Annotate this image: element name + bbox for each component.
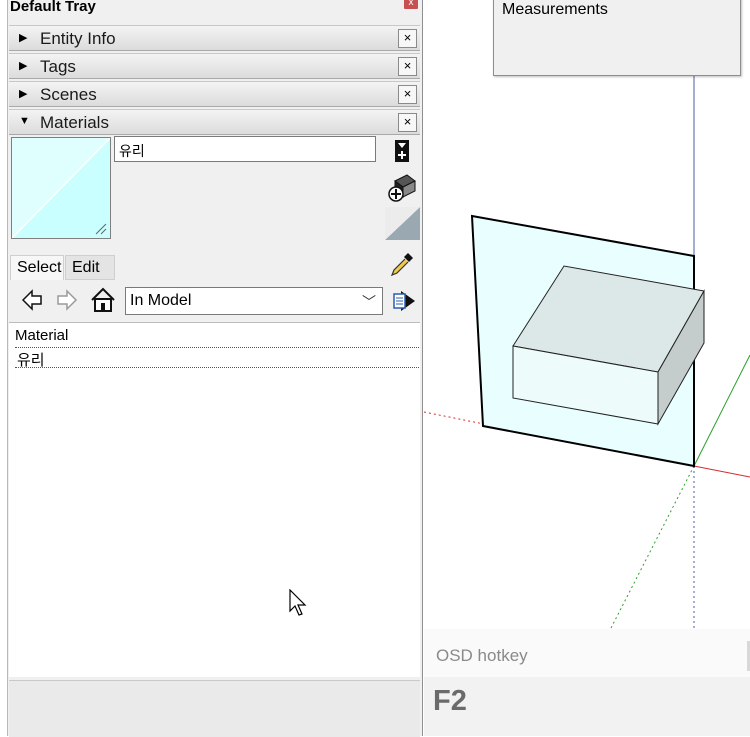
tab-select[interactable]: Select: [10, 255, 64, 280]
swatch-diagonal-icon: [12, 138, 110, 238]
create-material-icon: [388, 174, 416, 202]
forward-arrow-icon: [57, 289, 78, 311]
collapsed-arrow-icon: ▶: [19, 32, 28, 44]
materials-tabs: Select Edit: [9, 255, 420, 281]
red-axis: [693, 465, 750, 478]
collection-dropdown[interactable]: In Model ﹀: [125, 287, 383, 315]
osd-key: F2: [433, 685, 467, 717]
panel-scenes-close-icon[interactable]: ×: [398, 85, 417, 104]
panel-materials-label: Materials: [40, 113, 109, 132]
panel-entity-info[interactable]: ▶ Entity Info ×: [9, 25, 420, 51]
material-swatch[interactable]: [11, 137, 111, 239]
sample-paint-button[interactable]: [388, 250, 416, 283]
create-material-button[interactable]: [387, 173, 417, 208]
osd-hotkey-overlay: OSD hotkey F2: [424, 629, 750, 736]
osd-title: OSD hotkey: [436, 646, 528, 665]
panel-entity-info-close-icon[interactable]: ×: [398, 29, 417, 48]
back-button[interactable]: [21, 289, 43, 316]
tab-edit[interactable]: Edit: [65, 255, 115, 280]
materials-list: Material 유리: [9, 322, 420, 677]
details-arrow-icon: [393, 291, 415, 311]
default-material-icon: [385, 207, 420, 240]
panel-tags-close-icon[interactable]: ×: [398, 57, 417, 76]
back-arrow-icon: [21, 289, 42, 311]
default-tray: Default Tray x ▶ Entity Info × ▶ Tags × …: [7, 0, 423, 737]
panel-tags[interactable]: ▶ Tags ×: [9, 53, 420, 79]
eyedropper-icon: [390, 253, 413, 277]
forward-button[interactable]: [56, 289, 78, 316]
panel-materials-close-icon[interactable]: ×: [398, 113, 417, 132]
default-material-button[interactable]: [385, 207, 420, 245]
material-name-field[interactable]: 유리: [114, 136, 376, 162]
collapsed-arrow-icon: ▶: [19, 88, 28, 100]
list-column-header: Material: [15, 327, 69, 344]
tray-close-button[interactable]: x: [404, 0, 418, 9]
green-axis: [693, 354, 750, 467]
panel-scenes[interactable]: ▶ Scenes ×: [9, 81, 420, 107]
mouse-cursor-icon: [289, 589, 307, 616]
panel-materials[interactable]: ▼ Materials ×: [9, 109, 420, 135]
panel-tags-label: Tags: [40, 57, 76, 76]
secondary-pane-button[interactable]: [394, 139, 410, 168]
home-icon: [91, 287, 115, 312]
in-model-home-button[interactable]: [90, 287, 116, 318]
green-axis-negative: [609, 465, 695, 631]
collapsed-arrow-icon: ▶: [19, 60, 28, 72]
expanded-arrow-icon: ▼: [19, 115, 30, 127]
collection-dropdown-value: In Model: [130, 292, 192, 309]
panel-entity-info-label: Entity Info: [40, 29, 116, 48]
status-area: [9, 680, 420, 737]
panel-scenes-label: Scenes: [40, 85, 97, 104]
chevron-down-icon: ﹀: [362, 294, 376, 310]
list-item[interactable]: 유리: [15, 347, 419, 369]
measurements-label: Measurements: [502, 1, 608, 18]
measurements-box[interactable]: Measurements: [493, 0, 741, 76]
secondary-pane-icon: [395, 140, 409, 162]
details-menu-button[interactable]: [391, 288, 417, 319]
tray-title: Default Tray: [10, 0, 96, 15]
